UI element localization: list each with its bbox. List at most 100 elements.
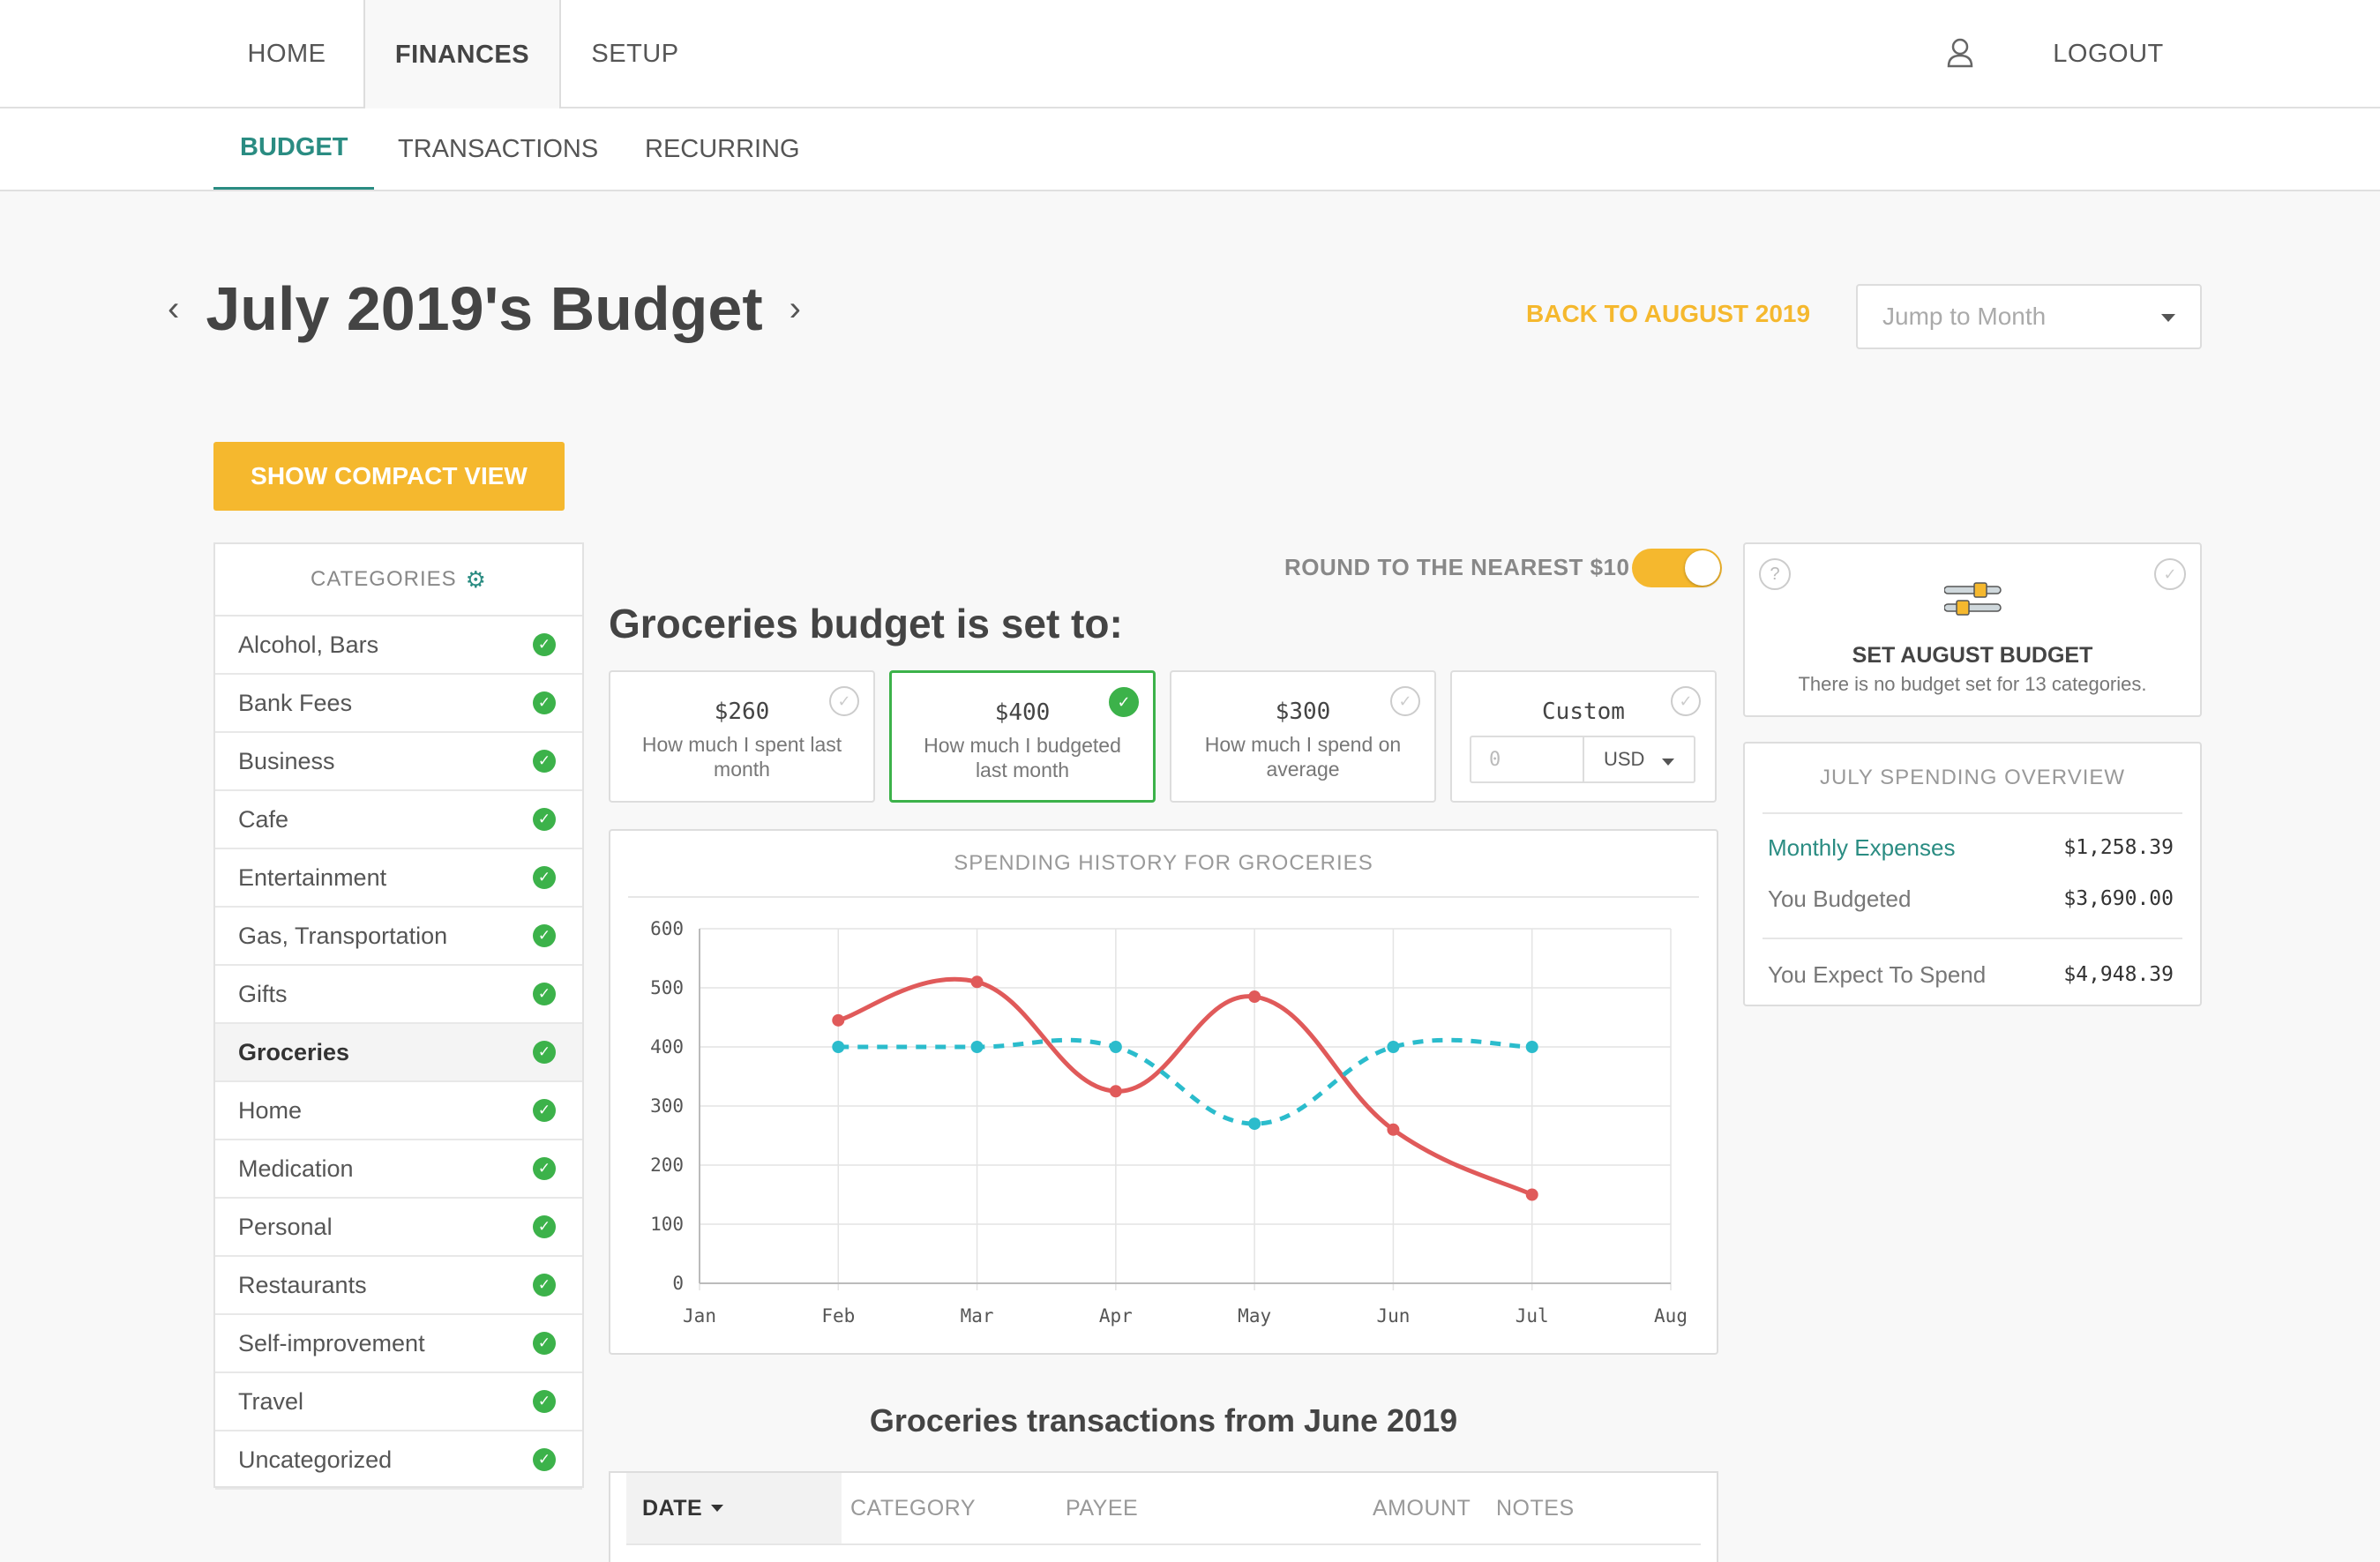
check-circle-icon: ✓ [533, 924, 556, 947]
overview-row-budgeted: You Budgeted $3,690.00 [1745, 874, 2200, 923]
data-point [1525, 1188, 1538, 1201]
round-toggle[interactable] [1632, 549, 1722, 587]
category-item[interactable]: Groceries ✓ [215, 1024, 582, 1082]
subnav-tab-recurring[interactable]: RECURRING [645, 108, 800, 190]
category-item[interactable]: Alcohol, Bars ✓ [215, 617, 582, 675]
category-item[interactable]: Medication ✓ [215, 1140, 582, 1199]
subnav-tab-budget[interactable]: BUDGET [213, 108, 375, 190]
category-label: Gifts [238, 980, 288, 1007]
nav-tab-finances[interactable]: FINANCES [363, 0, 561, 110]
toggle-knob [1685, 550, 1720, 586]
category-label: Self-improvement [238, 1329, 425, 1356]
option-check-icon: ✓ [1109, 687, 1139, 717]
categories-header: CATEGORIES ⚙ [215, 544, 582, 617]
currency-value: USD [1604, 748, 1645, 770]
x-tick-label: Feb [821, 1305, 855, 1327]
data-point [1109, 1085, 1122, 1098]
column-date[interactable]: DATE [626, 1473, 842, 1543]
check-circle-icon: ✓ [533, 1448, 556, 1471]
category-label: Groceries [238, 1038, 350, 1065]
data-point [1248, 1117, 1261, 1131]
nav-tab-home[interactable]: HOME [212, 0, 362, 108]
category-item[interactable]: Cafe ✓ [215, 791, 582, 849]
category-item[interactable]: Travel ✓ [215, 1373, 582, 1431]
page-title: July 2019's Budget [206, 274, 763, 343]
overview-value: $4,948.39 [2063, 963, 2174, 986]
category-item[interactable]: Entertainment ✓ [215, 849, 582, 908]
overview-title: JULY SPENDING OVERVIEW [1763, 744, 2182, 814]
category-item[interactable]: Business ✓ [215, 733, 582, 791]
budget-heading: Groceries budget is set to: [609, 601, 1123, 646]
overview-label[interactable]: Monthly Expenses [1768, 834, 1955, 862]
overview-row-expected: You Expect To Spend $4,948.39 [1745, 939, 2200, 1010]
chart-title: SPENDING HISTORY FOR GROCERIES [628, 831, 1699, 898]
category-label: Cafe [238, 805, 289, 833]
jump-to-month-select[interactable]: Jump to Month [1856, 284, 2202, 349]
column-category[interactable]: CATEGORY [850, 1473, 976, 1543]
spending-history-chart: 0 100 200 300 400 500 600 Jan Feb Mar Apr May Jun Jul… [650, 918, 1688, 1327]
category-label: Alcohol, Bars [238, 631, 379, 658]
page-title-row: ‹ July 2019's Budget › [168, 273, 801, 344]
budget-option-last-spent[interactable]: ✓ $260 How much I spent last month [609, 670, 875, 803]
user-icon[interactable] [1946, 37, 1974, 69]
column-amount[interactable]: AMOUNT [1373, 1473, 1471, 1543]
budget-option-average[interactable]: ✓ $300 How much I spend on average [1170, 670, 1436, 803]
column-payee[interactable]: PAYEE [1066, 1473, 1138, 1543]
category-label: Travel [238, 1387, 304, 1415]
category-label: Home [238, 1096, 303, 1124]
categories-heading: CATEGORIES [311, 567, 457, 591]
back-to-month-link[interactable]: BACK TO AUGUST 2019 [1526, 300, 1810, 328]
data-point [1525, 1041, 1538, 1053]
check-circle-icon: ✓ [533, 1215, 556, 1238]
check-circle-icon: ✓ [2154, 558, 2186, 590]
option-check-icon: ✓ [1671, 686, 1701, 716]
category-item[interactable]: Restaurants ✓ [215, 1257, 582, 1315]
data-point [970, 1041, 984, 1053]
data-point [1387, 1123, 1400, 1136]
top-navigation: HOME FINANCES SETUP LOGOUT [0, 0, 2380, 110]
category-item[interactable]: Home ✓ [215, 1082, 582, 1140]
category-item[interactable]: Personal ✓ [215, 1199, 582, 1257]
check-circle-icon: ✓ [533, 1274, 556, 1297]
option-check-icon: ✓ [829, 686, 859, 716]
show-compact-view-button[interactable]: SHOW COMPACT VIEW [213, 442, 565, 511]
option-description: How much I spent last month [641, 733, 842, 781]
currency-select[interactable]: USD [1584, 737, 1694, 781]
custom-amount-input[interactable]: 0 [1471, 737, 1584, 781]
category-label: Medication [238, 1155, 354, 1182]
data-point [970, 975, 984, 989]
check-circle-icon: ✓ [533, 808, 556, 831]
category-item[interactable]: Gas, Transportation ✓ [215, 908, 582, 966]
category-item[interactable]: Uncategorized ✓ [215, 1431, 582, 1490]
logout-link[interactable]: LOGOUT [2038, 0, 2179, 108]
next-month-chevron-icon[interactable]: › [790, 289, 801, 329]
help-icon[interactable]: ? [1759, 558, 1791, 590]
set-budget-card[interactable]: ? ✓ SET AUGUST BUDGET There is no budget… [1743, 542, 2202, 717]
category-item[interactable]: Gifts ✓ [215, 966, 582, 1024]
series-line [838, 1037, 1532, 1126]
check-circle-icon: ✓ [533, 750, 556, 773]
y-tick-label: 500 [650, 977, 684, 998]
overview-label: You Budgeted [1768, 885, 1912, 912]
check-circle-icon: ✓ [533, 691, 556, 714]
check-circle-icon: ✓ [533, 1332, 556, 1355]
check-circle-icon: ✓ [533, 1041, 556, 1064]
budget-option-custom[interactable]: ✓ Custom 0 USD [1450, 670, 1717, 803]
y-tick-label: 200 [650, 1155, 684, 1176]
x-tick-label: Jun [1376, 1305, 1410, 1327]
budget-option-last-budgeted[interactable]: ✓ $400 How much I budgeted last month [889, 670, 1156, 803]
category-item[interactable]: Bank Fees ✓ [215, 675, 582, 733]
category-label: Entertainment [238, 863, 387, 891]
category-item[interactable]: Self-improvement ✓ [215, 1315, 582, 1373]
option-description: How much I budgeted last month [924, 734, 1121, 781]
column-notes[interactable]: NOTES [1496, 1473, 1575, 1543]
y-tick-label: 600 [650, 918, 684, 939]
y-tick-label: 400 [650, 1036, 684, 1058]
x-tick-label: Aug [1654, 1305, 1688, 1327]
previous-month-chevron-icon[interactable]: ‹ [168, 289, 179, 329]
nav-tab-setup[interactable]: SETUP [565, 0, 706, 108]
subnav-tab-transactions[interactable]: TRANSACTIONS [398, 108, 598, 190]
overview-label: You Expect To Spend [1768, 960, 1987, 988]
gear-icon[interactable]: ⚙ [466, 566, 487, 594]
set-budget-title: SET AUGUST BUDGET [1852, 643, 2093, 668]
